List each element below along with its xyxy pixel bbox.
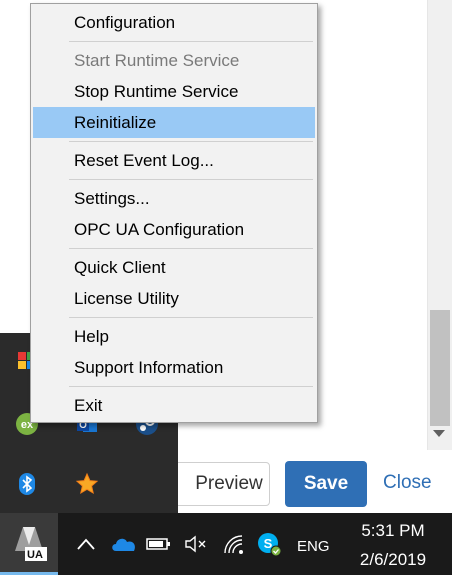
scroll-down-arrow-icon[interactable] [433, 430, 445, 437]
clock-date[interactable]: 2/6/2019 [352, 550, 434, 570]
menu-item-help[interactable]: Help [33, 321, 315, 352]
skype-icon[interactable]: S [256, 531, 282, 557]
preview-button[interactable]: Preview [170, 462, 270, 506]
tray-context-menu: Configuration Start Runtime Service Stop… [30, 3, 318, 423]
input-language-indicator[interactable]: ENG [297, 538, 330, 555]
save-button[interactable]: Save [285, 461, 367, 507]
menu-item-stop-runtime-service[interactable]: Stop Runtime Service [33, 76, 315, 107]
menu-separator [69, 386, 313, 387]
close-link[interactable]: Close [383, 472, 432, 494]
clock-time[interactable]: 5:31 PM [352, 521, 434, 541]
vertical-scrollbar[interactable] [427, 0, 452, 450]
menu-item-settings[interactable]: Settings... [33, 183, 315, 214]
menu-item-reinitialize[interactable]: Reinitialize [33, 107, 315, 138]
menu-separator [69, 41, 313, 42]
volume-muted-icon[interactable] [184, 531, 210, 557]
star-icon[interactable] [74, 471, 100, 497]
menu-separator [69, 141, 313, 142]
onedrive-icon[interactable] [110, 531, 138, 557]
menu-item-configuration[interactable]: Configuration [33, 7, 315, 38]
scrollbar-thumb[interactable] [430, 310, 450, 426]
menu-item-start-runtime-service: Start Runtime Service [74, 51, 240, 70]
menu-item-support-information[interactable]: Support Information [33, 352, 315, 383]
ua-app-badge: UA [27, 549, 43, 561]
menu-item-quick-client[interactable]: Quick Client [33, 252, 315, 283]
menu-separator [69, 248, 313, 249]
menu-separator [69, 179, 313, 180]
battery-icon[interactable] [146, 531, 172, 557]
show-hidden-icons-chevron-icon[interactable] [76, 531, 96, 557]
taskbar: UA S ENG 5:31 PM 2/6/2019 [0, 513, 452, 575]
menu-item-exit[interactable]: Exit [33, 390, 315, 421]
menu-separator [69, 317, 313, 318]
menu-item-opc-ua-configuration[interactable]: OPC UA Configuration [33, 214, 315, 245]
menu-item-license-utility[interactable]: License Utility [33, 283, 315, 314]
menu-item-reset-event-log[interactable]: Reset Event Log... [33, 145, 315, 176]
wifi-icon[interactable] [222, 531, 246, 557]
bluetooth-icon[interactable] [14, 471, 40, 497]
taskbar-ua-app-button[interactable]: UA [0, 513, 58, 575]
